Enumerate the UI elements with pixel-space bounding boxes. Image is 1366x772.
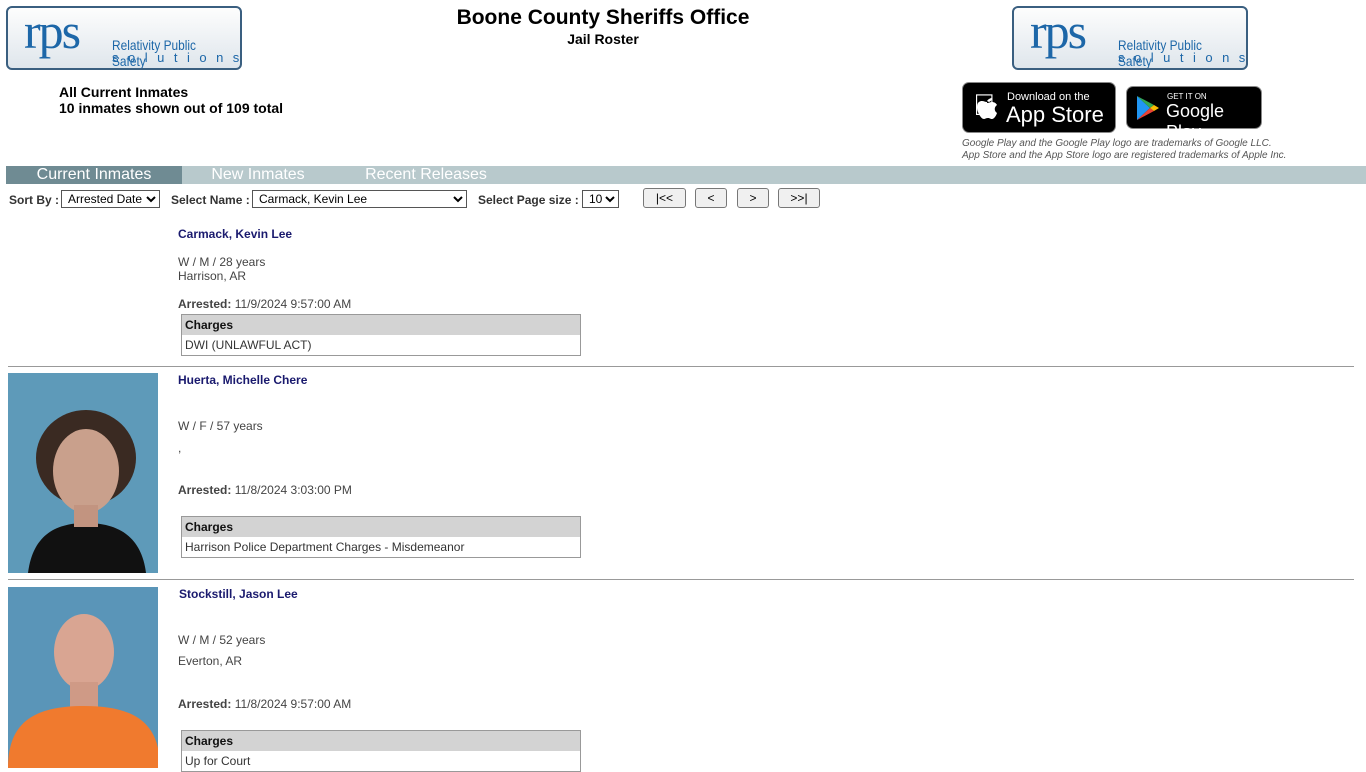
inmate-photo (8, 587, 158, 768)
inmate-name[interactable]: Stockstill, Jason Lee (179, 587, 298, 601)
sort-by-select[interactable]: Arrested Date (61, 190, 160, 208)
page-size-label: Select Page size : (478, 193, 579, 207)
charges-table: Charges Harrison Police Department Charge… (181, 516, 581, 558)
divider (8, 366, 1354, 367)
inmate-city: , (178, 441, 182, 455)
inmate-summary: All Current Inmates 10 inmates shown out … (59, 84, 283, 116)
inmate-demographics: W / M / 52 years (178, 633, 266, 647)
google-play-icon (1137, 96, 1159, 120)
tab-bar: Current Inmates New Inmates Recent Relea… (6, 166, 1366, 184)
arrested-date: 11/8/2024 3:03:00 PM (234, 483, 352, 497)
mugshot-image (28, 410, 146, 573)
inmate-city: Harrison, AR (178, 269, 247, 283)
charges-header: Charges (182, 315, 580, 335)
tab-current-inmates[interactable]: Current Inmates (6, 166, 182, 184)
tab-new-inmates[interactable]: New Inmates (182, 166, 334, 184)
page-size-select[interactable]: 10 (582, 190, 619, 208)
next-page-button[interactable]: > (737, 188, 769, 208)
summary-title: All Current Inmates (59, 84, 189, 100)
divider (8, 579, 1354, 580)
charge-row: Harrison Police Department Charges - Mis… (185, 540, 465, 554)
mugshot-image (8, 614, 158, 768)
google-play-small-text: GET IT ON (1167, 92, 1207, 101)
charges-table: Charges DWI (UNLAWFUL ACT) (181, 314, 581, 356)
first-page-button[interactable]: |<< (643, 188, 686, 208)
inmate-name[interactable]: Carmack, Kevin Lee (178, 227, 292, 241)
app-store-badge[interactable]:  Download on the App Store (962, 82, 1116, 133)
charge-row: DWI (UNLAWFUL ACT) (185, 338, 312, 352)
charges-table: Charges Up for Court (181, 730, 581, 772)
tab-recent-releases[interactable]: Recent Releases (346, 166, 506, 184)
arrested-label: Arrested: (178, 483, 232, 497)
inmate-demographics: W / F / 57 years (178, 419, 263, 433)
inmate-arrested: Arrested: 11/8/2024 3:03:00 PM (178, 483, 352, 497)
page-subtitle: Jail Roster (567, 31, 639, 47)
arrested-label: Arrested: (178, 297, 232, 311)
apple-logo-icon (977, 98, 997, 119)
inmate-arrested: Arrested: 11/8/2024 9:57:00 AM (178, 697, 351, 711)
trademark-google: Google Play and the Google Play logo are… (962, 138, 1272, 149)
last-page-button[interactable]: >>| (778, 188, 820, 208)
inmate-demographics: W / M / 28 years (178, 255, 266, 269)
arrested-date: 11/8/2024 9:57:00 AM (234, 697, 352, 711)
sort-by-label: Sort By : (9, 193, 60, 207)
charge-row: Up for Court (185, 754, 251, 768)
inmate-city: Everton, AR (178, 654, 243, 668)
app-store-big-text: App Store (1006, 102, 1104, 127)
trademark-notice: Google Play and the Google Play logo are… (962, 138, 1286, 162)
charges-header: Charges (182, 517, 580, 537)
page-title: Boone County Sheriffs Office (456, 6, 750, 29)
google-play-big-text: Google Play (1166, 101, 1225, 142)
select-name-label: Select Name : (171, 193, 250, 207)
charges-header: Charges (182, 731, 580, 751)
arrested-label: Arrested: (178, 697, 232, 711)
arrested-date: 11/9/2024 9:57:00 AM (234, 297, 352, 311)
trademark-apple: App Store and the App Store logo are reg… (962, 150, 1287, 161)
google-play-badge[interactable]: GET IT ON Google Play (1126, 86, 1262, 142)
summary-count: 10 inmates shown out of 109 total (59, 100, 284, 116)
select-name-select[interactable]: Carmack, Kevin Lee (252, 190, 467, 208)
inmate-arrested: Arrested: 11/9/2024 9:57:00 AM (178, 297, 351, 311)
prev-page-button[interactable]: < (695, 188, 727, 208)
inmate-name[interactable]: Huerta, Michelle Chere (178, 373, 307, 387)
inmate-photo (8, 373, 158, 573)
